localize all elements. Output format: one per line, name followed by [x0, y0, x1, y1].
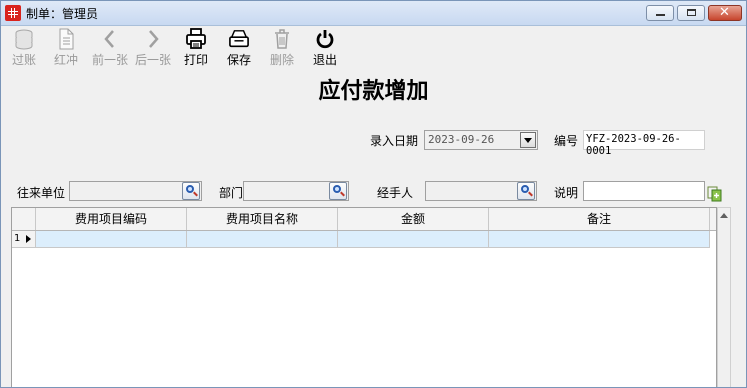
print-button[interactable]: 打印	[179, 28, 213, 68]
entry-date-label: 录入日期	[370, 134, 419, 148]
minimize-icon	[656, 14, 665, 16]
row-header-corner	[12, 208, 36, 230]
chevron-left-icon	[104, 30, 114, 48]
detail-grid: 费用项目编码 费用项目名称 金额 备注 1	[11, 207, 717, 387]
number-value: YFZ-2023-09-26-0001	[586, 133, 681, 157]
partner-label: 往来单位	[17, 186, 66, 200]
reverse-button-label: 红冲	[53, 53, 78, 67]
cell-code[interactable]	[36, 231, 187, 248]
document-icon	[59, 28, 74, 50]
cell-name[interactable]	[187, 231, 338, 248]
minimize-button[interactable]	[646, 5, 674, 21]
next-button[interactable]: 后一张	[135, 28, 171, 68]
current-row-arrow-icon	[26, 235, 31, 243]
exit-button[interactable]: 退出	[308, 28, 342, 68]
coins-icon	[15, 29, 33, 50]
number-label: 编号	[554, 134, 579, 148]
post-button-label: 过账	[11, 53, 36, 67]
dept-label: 部门	[219, 186, 244, 200]
number-field: YFZ-2023-09-26-0001	[583, 130, 705, 157]
handler-label: 经手人	[377, 186, 414, 200]
row-indicator[interactable]: 1	[12, 231, 36, 248]
grid-header: 费用项目编码 费用项目名称 金额 备注	[12, 208, 716, 231]
partner-field[interactable]	[69, 181, 202, 201]
note-label: 说明	[554, 186, 579, 200]
dept-field[interactable]	[243, 181, 349, 201]
table-row[interactable]: 1	[12, 231, 716, 248]
previous-button-label: 前一张	[91, 53, 128, 67]
cell-amount[interactable]	[338, 231, 489, 248]
add-row-icon[interactable]	[707, 186, 722, 202]
search-icon[interactable]	[182, 182, 200, 200]
printer-icon	[186, 28, 206, 49]
window-title: 制单：管理员	[26, 7, 99, 21]
reverse-button[interactable]: 红冲	[49, 28, 83, 68]
chevron-right-icon	[149, 30, 159, 48]
column-header-name[interactable]: 费用项目名称	[187, 208, 338, 230]
save-box-icon	[229, 30, 249, 48]
note-field[interactable]	[583, 181, 705, 201]
toolbar: 过账 红冲 前一张 后一张 打印 保存 删除 退出	[1, 26, 746, 70]
app-logo-icon	[5, 5, 21, 21]
column-header-remark[interactable]: 备注	[489, 208, 710, 230]
cell-remark[interactable]	[489, 231, 710, 248]
column-header-amount[interactable]: 金额	[338, 208, 489, 230]
close-icon: ✕	[719, 5, 730, 20]
chevron-down-icon[interactable]	[520, 132, 536, 148]
delete-button-label: 删除	[269, 53, 294, 67]
entry-date-picker[interactable]: 2023-09-26	[424, 130, 538, 150]
maximize-button[interactable]	[677, 5, 705, 21]
save-button-label: 保存	[226, 53, 251, 67]
column-header-code[interactable]: 费用项目编码	[36, 208, 187, 230]
next-button-label: 后一张	[134, 53, 171, 67]
form-title: 应付款增加	[318, 78, 429, 104]
exit-button-label: 退出	[312, 53, 337, 67]
search-icon[interactable]	[329, 182, 347, 200]
save-button[interactable]: 保存	[222, 28, 256, 68]
previous-button[interactable]: 前一张	[92, 28, 128, 68]
entry-date-value: 2023-09-26	[428, 133, 495, 146]
title-bar: 制单：管理员 ✕	[1, 1, 746, 26]
trash-icon	[275, 29, 289, 49]
post-button[interactable]: 过账	[7, 28, 41, 68]
search-icon[interactable]	[517, 182, 535, 200]
vertical-scrollbar[interactable]	[717, 207, 731, 387]
maximize-icon	[687, 9, 696, 16]
print-button-label: 打印	[183, 53, 208, 67]
power-icon	[316, 30, 334, 49]
handler-field[interactable]	[425, 181, 537, 201]
row-number: 1	[14, 233, 21, 244]
app-window: 制单：管理员 ✕ 过账 红冲 前一张 后一张 打印 保存 删除 退出 应付款增加…	[0, 0, 747, 388]
scroll-up-icon[interactable]	[720, 213, 728, 218]
delete-button[interactable]: 删除	[265, 28, 299, 68]
close-button[interactable]: ✕	[708, 5, 742, 21]
